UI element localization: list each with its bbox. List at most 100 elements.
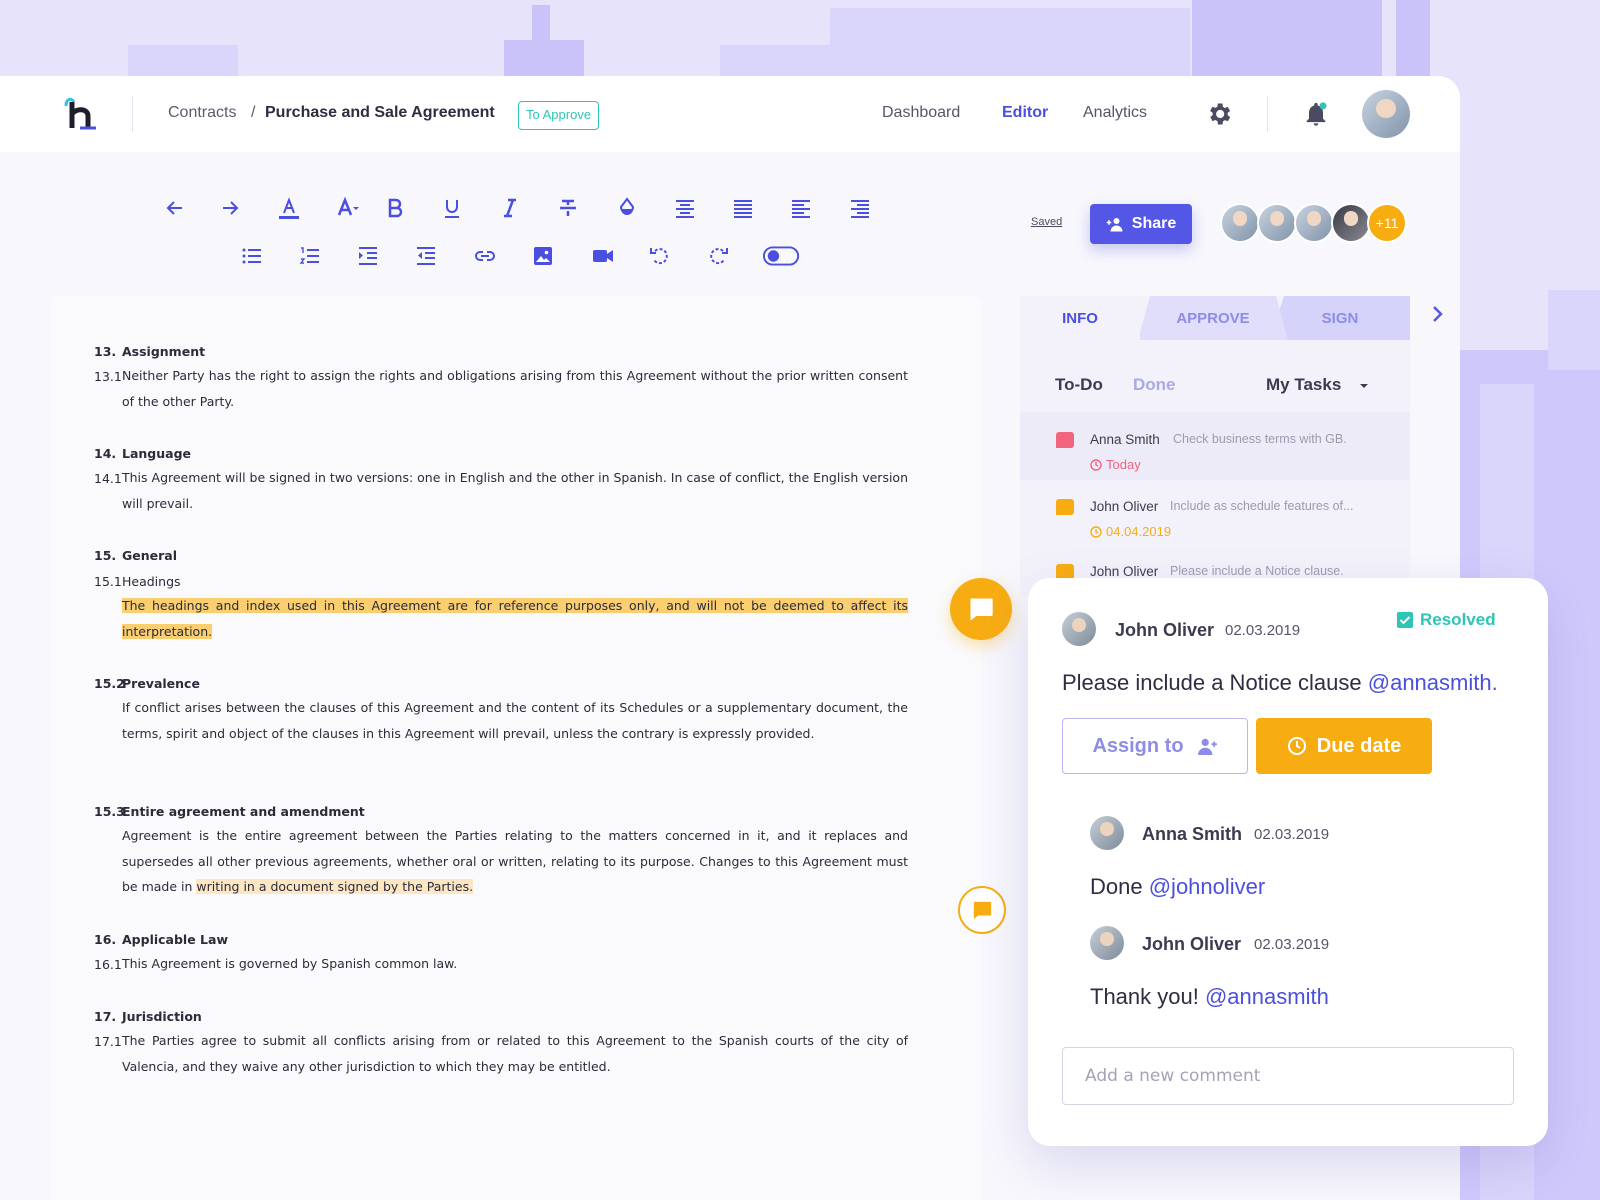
gear-icon[interactable] — [1205, 100, 1233, 128]
app-logo-icon[interactable] — [62, 96, 102, 132]
resolved-label: Resolved — [1420, 610, 1496, 629]
section-title: Language — [122, 446, 192, 461]
indent-icon[interactable] — [353, 241, 383, 271]
reply-text: Thank you! @annasmith — [1090, 984, 1329, 1010]
section-number: 13. — [94, 344, 117, 359]
task-item[interactable]: John Oliver Include as schedule features… — [1020, 479, 1410, 547]
bell-icon[interactable] — [1302, 100, 1330, 128]
clause-number: 15.2 — [94, 676, 125, 691]
clause-text: If conflict arises between the clauses o… — [122, 700, 908, 741]
chevron-right-icon[interactable] — [1428, 302, 1448, 326]
user-avatar[interactable] — [1362, 90, 1410, 138]
collaborator-avatar[interactable] — [1331, 203, 1371, 243]
task-due: Today — [1090, 457, 1141, 472]
collaborator-avatar[interactable] — [1257, 203, 1297, 243]
side-panel-tabs: SIGN APPROVE INFO — [1020, 296, 1410, 340]
strikethrough-icon[interactable] — [553, 193, 583, 223]
comment-flag-icon — [1056, 499, 1074, 515]
reply-date: 02.03.2019 — [1254, 826, 1330, 843]
section-title: Assignment — [122, 344, 206, 359]
bullet-list-icon[interactable] — [237, 241, 267, 271]
background-building — [830, 8, 1190, 85]
task-due: 04.04.2019 — [1090, 524, 1171, 539]
link-icon[interactable] — [470, 241, 500, 271]
task-due-date: Today — [1106, 457, 1141, 472]
rotate-right-icon[interactable] — [703, 241, 733, 271]
document-page[interactable]: 13. Assignment 13.1 Neither Party has th… — [50, 296, 982, 1200]
toggle-switch-icon[interactable] — [762, 241, 802, 271]
breadcrumb-parent[interactable]: Contracts — [168, 104, 236, 122]
collaborator-avatar[interactable] — [1294, 203, 1334, 243]
fill-color-icon[interactable] — [612, 193, 642, 223]
image-icon[interactable] — [528, 241, 558, 271]
caret-down-icon[interactable] — [1358, 380, 1370, 392]
numbered-list-icon[interactable] — [295, 241, 325, 271]
filter-done[interactable]: Done — [1133, 375, 1176, 395]
font-size-icon[interactable] — [333, 193, 363, 223]
mention-link[interactable]: @annasmith — [1205, 984, 1329, 1009]
video-icon[interactable] — [588, 241, 618, 271]
comment-bubble-active[interactable] — [950, 578, 1012, 640]
bold-icon[interactable] — [380, 193, 410, 223]
nav-analytics[interactable]: Analytics — [1083, 104, 1147, 122]
italic-icon[interactable] — [495, 193, 525, 223]
section-number: 16. — [94, 932, 117, 947]
nav-editor[interactable]: Editor — [1002, 104, 1048, 122]
chat-icon — [973, 901, 992, 920]
clause-title: Headings — [122, 574, 181, 589]
due-date-button[interactable]: Due date — [1256, 718, 1432, 774]
tab-sign[interactable]: SIGN — [1270, 296, 1410, 340]
new-comment-input[interactable] — [1062, 1047, 1514, 1105]
tab-approve[interactable]: APPROVE — [1138, 296, 1288, 340]
underline-icon[interactable] — [437, 193, 467, 223]
align-justify-icon[interactable] — [728, 193, 758, 223]
clause-number: 17.1 — [94, 1034, 122, 1049]
outdent-icon[interactable] — [411, 241, 441, 271]
rotate-left-icon[interactable] — [645, 241, 675, 271]
filter-todo[interactable]: To-Do — [1055, 375, 1103, 395]
checkbox-checked-icon — [1397, 612, 1413, 628]
highlighted-text[interactable]: The headings and index used in this Agre… — [122, 598, 908, 639]
task-description: Check business terms with GB. — [1173, 432, 1347, 446]
clause-title: Prevalence — [122, 676, 200, 691]
redo-icon[interactable] — [215, 193, 245, 223]
task-item[interactable]: John Oliver Please include a Notice clau… — [1020, 546, 1410, 580]
more-collaborators-badge[interactable]: +11 — [1367, 203, 1407, 243]
task-item[interactable]: Anna Smith Check business terms with GB.… — [1020, 412, 1410, 480]
resolved-toggle[interactable]: Resolved — [1396, 610, 1496, 630]
background-building — [1192, 0, 1382, 85]
assign-to-button[interactable]: Assign to — [1062, 718, 1248, 774]
clause-number: 16.1 — [94, 957, 122, 972]
my-tasks-dropdown[interactable]: My Tasks — [1266, 375, 1341, 395]
avatar — [1062, 612, 1096, 646]
task-assignee: John Oliver — [1090, 499, 1159, 514]
section-title: Jurisdiction — [122, 1009, 202, 1024]
comment-text: Please include a Notice clause @annasmit… — [1062, 670, 1498, 696]
collaborator-avatar[interactable] — [1220, 203, 1260, 243]
add-user-icon — [1106, 218, 1123, 232]
align-right-icon[interactable] — [845, 193, 875, 223]
mention-link[interactable]: @annasmith. — [1368, 670, 1498, 695]
font-color-icon[interactable] — [274, 193, 304, 223]
tab-info[interactable]: INFO — [1020, 296, 1140, 340]
align-left-icon[interactable] — [786, 193, 816, 223]
section-title: General — [122, 548, 177, 563]
share-button[interactable]: Share — [1090, 204, 1192, 244]
clock-icon — [1287, 737, 1306, 755]
comment-bubble[interactable] — [958, 886, 1006, 934]
undo-icon[interactable] — [160, 193, 190, 223]
saved-status: Saved — [1031, 216, 1063, 228]
clause-text: The Parties agree to submit all conflict… — [122, 1033, 908, 1074]
clause-number: 15.1 — [94, 574, 122, 589]
mention-link[interactable]: @johnoliver — [1149, 874, 1266, 899]
task-assignee: John Oliver — [1090, 564, 1159, 579]
align-center-icon[interactable] — [670, 193, 700, 223]
clause-text: Agreement is the entire agreement betwee… — [122, 823, 908, 900]
nav-dashboard[interactable]: Dashboard — [882, 104, 960, 122]
clause-number: 13.1 — [94, 369, 122, 384]
section-number: 15. — [94, 548, 117, 563]
highlighted-clause-text[interactable]: The headings and index used in this Agre… — [122, 593, 908, 644]
highlighted-text[interactable]: writing in a document signed by the Part… — [196, 879, 474, 895]
background-building — [1548, 290, 1600, 370]
task-assignee: Anna Smith — [1090, 432, 1160, 447]
